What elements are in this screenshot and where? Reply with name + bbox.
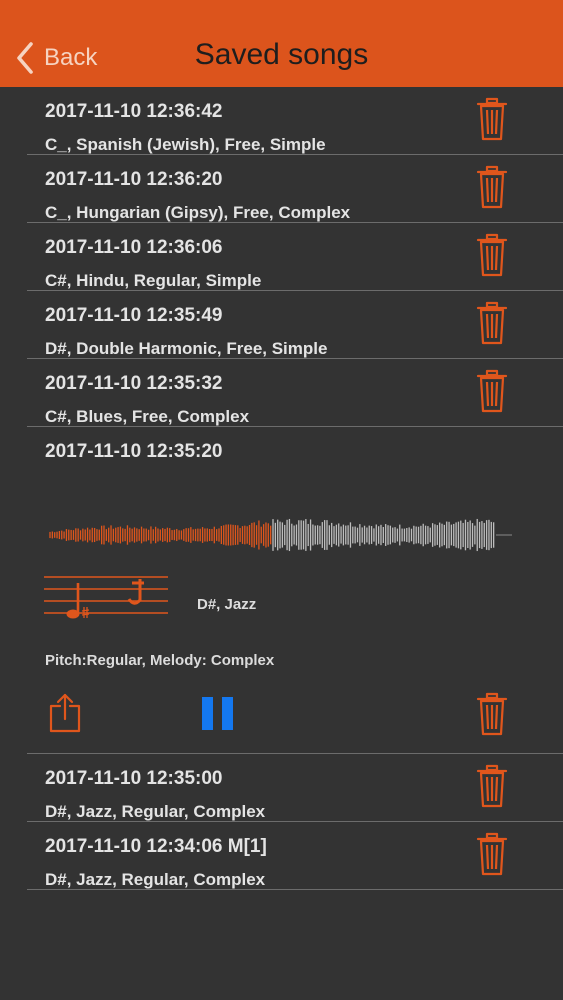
pitch-melody-label: Pitch:Regular, Melody: Complex [45, 652, 275, 669]
waveform-scrubber[interactable] [48, 517, 514, 553]
song-date: 2017-11-10 12:36:42 [45, 101, 223, 122]
delete-trash-icon[interactable] [476, 301, 508, 345]
song-date: 2017-11-10 12:35:32 [45, 373, 223, 394]
song-info: C#, Hindu, Regular, Simple [45, 271, 262, 290]
song-row[interactable]: 2017-11-10 12:35:32 C#, Blues, Free, Com… [0, 359, 563, 427]
row-separator [27, 889, 563, 890]
song-date: 2017-11-10 12:34:06 M[1] [45, 836, 267, 857]
song-row[interactable]: 2017-11-10 12:36:06 C#, Hindu, Regular, … [0, 223, 563, 291]
delete-trash-icon[interactable] [476, 764, 508, 808]
delete-trash-icon[interactable] [476, 369, 508, 413]
song-info: D#, Jazz, Regular, Complex [45, 870, 266, 889]
share-icon[interactable] [49, 693, 81, 733]
navigation-bar: Back Saved songs [0, 0, 563, 87]
song-info: C_, Hungarian (Gipsy), Free, Complex [45, 203, 351, 222]
song-info: D#, Double Harmonic, Free, Simple [45, 339, 328, 358]
song-row[interactable]: 2017-11-10 12:36:20 C_, Hungarian (Gipsy… [0, 155, 563, 223]
song-row[interactable]: 2017-11-10 12:34:06 M[1] D#, Jazz, Regul… [0, 822, 563, 890]
song-row[interactable]: 2017-11-10 12:36:42 C_, Spanish (Jewish)… [0, 87, 563, 155]
song-date: 2017-11-10 12:35:00 [45, 768, 223, 789]
song-info: C_, Spanish (Jewish), Free, Simple [45, 135, 326, 154]
song-info: C#, Blues, Free, Complex [45, 407, 250, 426]
saved-songs-list: 2017-11-10 12:36:42 C_, Spanish (Jewish)… [0, 87, 563, 890]
music-staff-icon [44, 576, 168, 619]
delete-trash-icon[interactable] [476, 233, 508, 277]
key-scale-label: D#, Jazz [197, 596, 257, 613]
delete-trash-icon[interactable] [476, 165, 508, 209]
song-row[interactable]: 2017-11-10 12:35:00 D#, Jazz, Regular, C… [0, 754, 563, 822]
song-date: 2017-11-10 12:35:20 [45, 441, 223, 462]
song-row[interactable]: 2017-11-10 12:35:49 D#, Double Harmonic,… [0, 291, 563, 359]
pause-icon [202, 697, 213, 730]
song-date: 2017-11-10 12:36:06 [45, 237, 223, 258]
delete-trash-icon[interactable] [476, 97, 508, 141]
delete-trash-icon[interactable] [476, 692, 508, 736]
pause-button[interactable] [202, 697, 234, 730]
delete-trash-icon[interactable] [476, 832, 508, 876]
song-date: 2017-11-10 12:36:20 [45, 169, 223, 190]
page-title: Saved songs [194, 38, 369, 71]
song-date: 2017-11-10 12:35:49 [45, 305, 223, 326]
song-info: D#, Jazz, Regular, Complex [45, 802, 266, 821]
